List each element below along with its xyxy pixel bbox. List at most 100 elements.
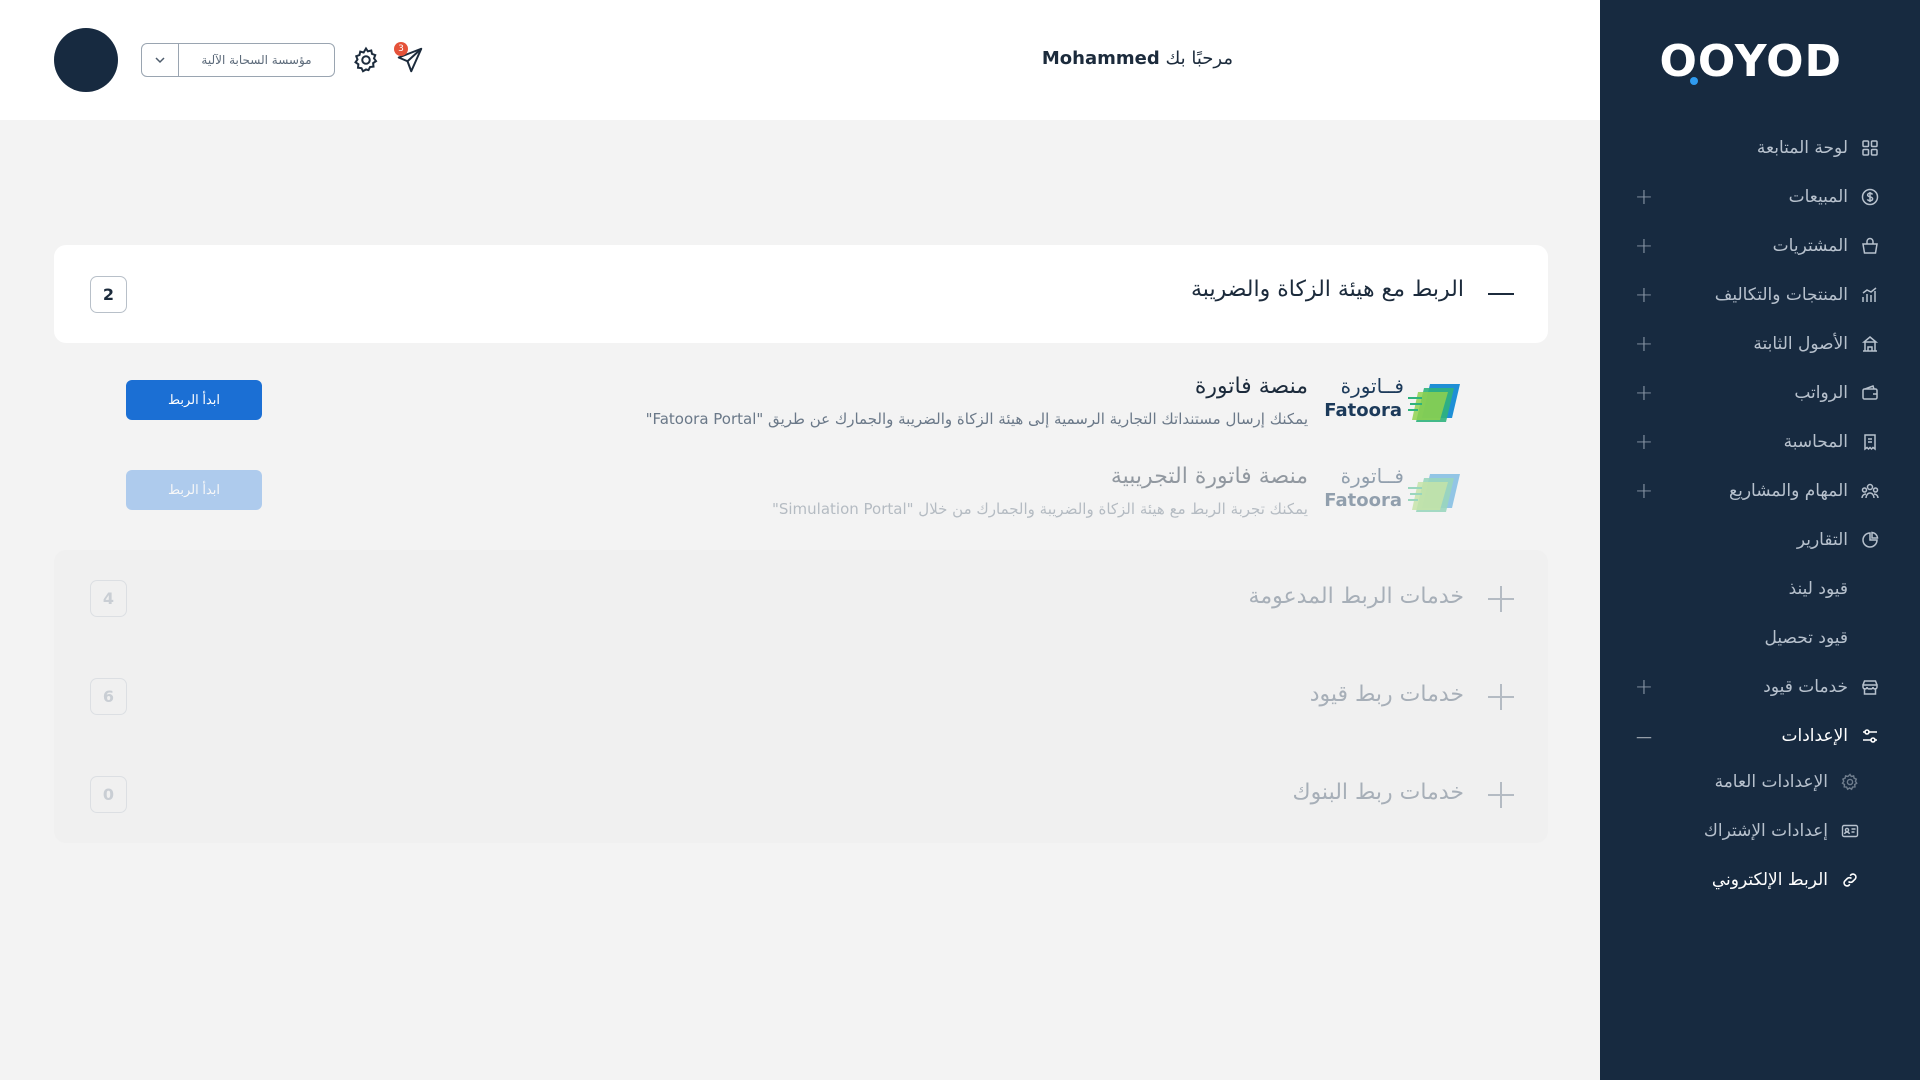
sidebar-subitem-subscription-settings[interactable]: إعدادات الإشتراك [1632,811,1862,851]
sidebar-item-dashboard[interactable]: لوحة المتابعة [1632,128,1882,168]
sidebar-item-qoyod-services[interactable]: خدمات قيود + [1632,667,1882,707]
expand-plus-icon[interactable]: + [1632,332,1656,357]
zatca-integration-panel[interactable]: الربط مع هيئة الزكاة والضريبة 2 [54,245,1548,343]
service-count-badge: 2 [90,276,127,313]
integration-groups: خدمات الربط المدعومة 4 خدمات ربط قيود 6 … [54,550,1548,843]
grid-icon [1858,136,1882,160]
fatoora-logo-ar: فــاتورة [1340,464,1404,488]
gear-icon [354,46,378,73]
pie-chart-icon [1858,528,1882,552]
expand-plus-icon[interactable] [1486,780,1516,810]
collapse-minus-icon[interactable] [1488,281,1514,307]
sidebar-item-label: المشتريات [1772,236,1848,256]
fatoora-logo: فــاتورة Fatoora [1324,374,1466,434]
dollar-circle-icon [1858,185,1882,209]
settings-gear-button[interactable] [350,44,382,76]
sidebar-subitem-e-integration[interactable]: الربط الإلكتروني [1632,860,1862,900]
expand-plus-icon[interactable]: + [1632,675,1656,700]
expand-plus-icon[interactable]: + [1632,479,1656,504]
expand-plus-icon[interactable]: + [1632,283,1656,308]
sidebar-subitem-label: الإعدادات العامة [1714,772,1828,792]
sidebar-item-sales[interactable]: المبيعات + [1632,177,1882,217]
expand-plus-icon[interactable]: + [1632,185,1656,210]
group-bank-integrations[interactable]: خدمات ربط البنوك 0 [54,764,1548,824]
service-fatoora: فــاتورة Fatoora منصة فاتورة يمكنك إرسال… [54,374,1548,454]
expand-plus-icon[interactable]: + [1632,430,1656,455]
panel-title: الربط مع هيئة الزكاة والضريبة [1191,277,1464,302]
receipt-icon [1858,430,1882,454]
chevron-down-icon[interactable] [142,44,179,76]
sidebar-item-collection-entries[interactable]: قيود تحصيل [1632,618,1882,658]
sidebar-item-payroll[interactable]: الرواتب + [1632,373,1882,413]
sidebar-item-settings[interactable]: الإعدادات — [1632,716,1882,756]
service-fatoora-simulation: فــاتورة Fatoora منصة فاتورة التجريبية ي… [54,464,1548,544]
user-name: Mohammed [1041,48,1160,69]
service-title: منصة فاتورة [1194,374,1308,399]
sidebar-item-label: المحاسبة [1783,432,1848,452]
link-icon [1838,868,1862,892]
sliders-icon [1858,724,1882,748]
logo-text: OOYOD [1659,36,1842,87]
expand-plus-icon[interactable] [1486,584,1516,614]
sidebar-item-label: خدمات قيود [1763,677,1848,697]
collapse-minus-icon[interactable]: — [1632,724,1656,748]
fatoora-mark-icon [1408,474,1460,512]
group-title: خدمات ربط البنوك [1292,780,1464,805]
sidebar-item-lined-entries[interactable]: قيود لينذ [1632,569,1882,609]
organization-name: مؤسسة السحابة الآلية [201,53,312,67]
group-count-badge: 6 [90,678,127,715]
sidebar: OOYOD لوحة المتابعة المبيعات + المشتريات… [1600,0,1920,1080]
building-icon [1858,332,1882,356]
expand-plus-icon[interactable]: + [1632,234,1656,259]
start-integration-button[interactable]: ابدأ الربط [126,470,262,510]
chart-bars-icon [1858,283,1882,307]
group-supported-integrations[interactable]: خدمات الربط المدعومة 4 [54,568,1548,628]
wallet-icon [1858,381,1882,405]
fatoora-logo: فــاتورة Fatoora [1324,464,1466,524]
service-description: يمكنك تجربة الربط مع هيئة الزكاة والضريب… [771,500,1308,518]
notification-badge: 3 [394,42,408,56]
sidebar-item-reports[interactable]: التقارير [1632,520,1882,560]
group-qoyod-integrations[interactable]: خدمات ربط قيود 6 [54,666,1548,726]
expand-plus-icon[interactable] [1486,682,1516,712]
service-title: منصة فاتورة التجريبية [1110,464,1308,489]
fatoora-logo-ar: فــاتورة [1340,374,1404,398]
group-title: خدمات الربط المدعومة [1248,584,1464,609]
sidebar-item-products[interactable]: المنتجات والتكاليف + [1632,275,1882,315]
logo-dot [1689,77,1698,85]
sidebar-item-label: المبيعات [1788,187,1848,207]
sidebar-item-tasks-projects[interactable]: المهام والمشاريع + [1632,471,1882,511]
id-card-icon [1838,819,1862,843]
sidebar-subitem-general-settings[interactable]: الإعدادات العامة [1632,762,1862,802]
start-integration-button[interactable]: ابدأ الربط [126,380,262,420]
organization-select[interactable]: مؤسسة السحابة الآلية [141,43,335,77]
sidebar-subitem-label: إعدادات الإشتراك [1703,821,1828,841]
sidebar-item-label: قيود لينذ [1788,579,1848,599]
store-icon [1858,675,1882,699]
sidebar-item-label: التقارير [1796,530,1848,550]
sidebar-item-label: الرواتب [1794,383,1848,403]
group-title: خدمات ربط قيود [1309,682,1464,707]
top-header: مؤسسة السحابة الآلية 3 مرحبًا بك Mohamme… [0,0,1600,120]
group-count-badge: 0 [90,776,127,813]
team-icon [1858,479,1882,503]
notifications-button[interactable]: 3 [394,42,426,76]
sidebar-subitem-label: الربط الإلكتروني [1711,870,1828,890]
avatar[interactable] [54,28,118,92]
sidebar-item-fixed-assets[interactable]: الأصول الثابتة + [1632,324,1882,364]
sidebar-item-label: المهام والمشاريع [1729,481,1848,501]
sidebar-item-label: لوحة المتابعة [1756,138,1848,158]
gear-icon [1838,770,1862,794]
sidebar-item-accounting[interactable]: المحاسبة + [1632,422,1882,462]
sidebar-item-label: المنتجات والتكاليف [1714,285,1848,305]
service-description: يمكنك إرسال مستنداتك التجارية الرسمية إل… [645,410,1308,428]
sidebar-item-purchases[interactable]: المشتريات + [1632,226,1882,266]
group-count-badge: 4 [90,580,127,617]
ooyod-logo[interactable]: OOYOD [1660,36,1842,87]
fatoora-mark-icon [1408,384,1460,422]
welcome-prefix: مرحبًا بك [1165,48,1233,69]
basket-icon [1858,234,1882,258]
fatoora-logo-en: Fatoora [1324,400,1402,421]
welcome-message: مرحبًا بك Mohammed [1042,48,1233,69]
expand-plus-icon[interactable]: + [1632,381,1656,406]
